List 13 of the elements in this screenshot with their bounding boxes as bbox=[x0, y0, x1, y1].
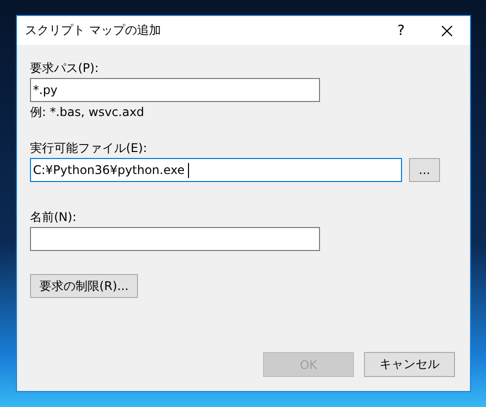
close-icon bbox=[441, 24, 453, 36]
browse-button[interactable]: ... bbox=[409, 158, 440, 182]
restrictions-button[interactable]: 要求の制限(R)... bbox=[30, 274, 138, 298]
field-label: 名前(N): bbox=[30, 209, 76, 225]
input-field[interactable]: C:¥Python36¥python.exe bbox=[30, 158, 402, 182]
input-field[interactable]: *.py bbox=[30, 78, 320, 102]
help-button[interactable]: ? bbox=[378, 16, 424, 45]
cancel-button[interactable]: キャンセル bbox=[364, 352, 455, 377]
input-field[interactable] bbox=[30, 227, 320, 251]
field-label: 実行可能ファイル(E): bbox=[30, 140, 147, 156]
hint-text: 例: *.bas, wsvc.axd bbox=[30, 104, 144, 120]
field-label: 要求パス(P): bbox=[30, 60, 99, 76]
window-title: スクリプト マップの追加 bbox=[25, 22, 162, 39]
